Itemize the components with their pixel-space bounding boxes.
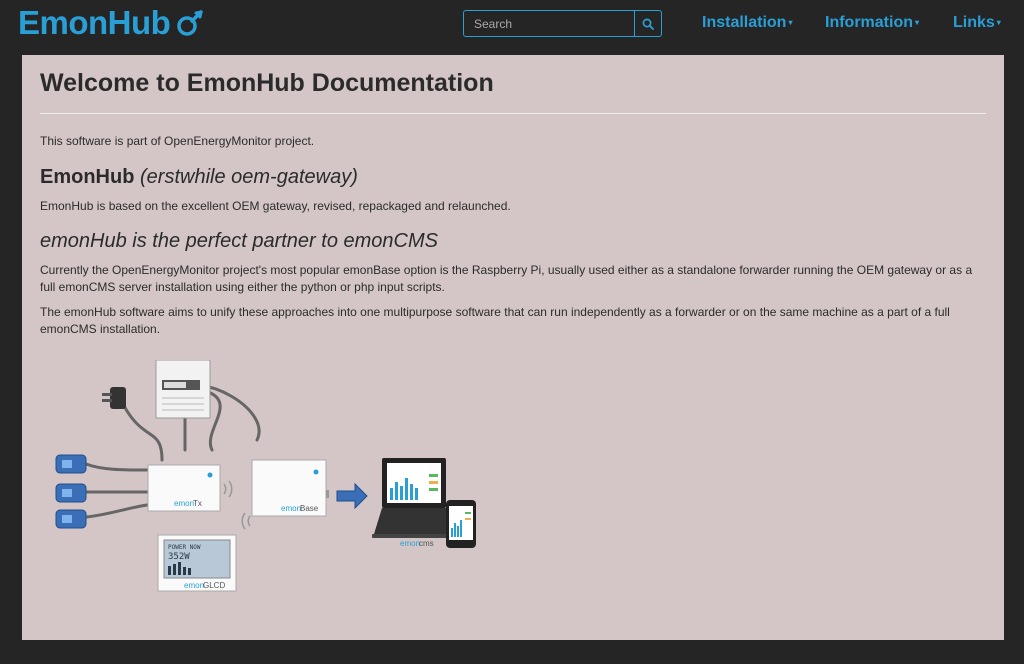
- partner-paragraph-1: Currently the OpenEnergyMonitor project'…: [40, 263, 973, 294]
- section-heading-partner: emonHub is the perfect partner to emonCM…: [40, 230, 438, 253]
- nav-information-label: Information: [825, 14, 913, 31]
- title-divider: [40, 113, 986, 114]
- energy-meter-icon: [155, 360, 211, 419]
- page-title: Welcome to EmonHub Documentation: [40, 69, 494, 97]
- nav-installation[interactable]: Installation ▾: [702, 14, 792, 32]
- emonhub-description: EmonHub is based on the excellent OEM ga…: [40, 199, 511, 213]
- emonbase-label-suffix: Base: [300, 504, 319, 513]
- search-icon: [642, 18, 654, 30]
- nav-links-label: Links: [953, 14, 995, 31]
- search-form: [463, 10, 662, 37]
- glcd-line-2: 352W: [168, 552, 190, 562]
- power-plug-icon: [102, 387, 126, 409]
- laptop-icon: [372, 458, 454, 538]
- emontx-label-suffix: Tx: [193, 499, 202, 508]
- emontx-label-prefix: emon: [174, 499, 194, 508]
- nav-installation-label: Installation: [702, 14, 787, 31]
- system-diagram: emon Tx emon Base emon cms POWER NOW 352…: [55, 360, 476, 592]
- section-heading-emonhub: EmonHub (erstwhile oem-gateway): [40, 166, 358, 189]
- section-heading-partner-text: emonHub is the perfect partner to emonCM…: [40, 230, 438, 252]
- caret-down-icon: ▾: [996, 18, 1001, 28]
- intro-text: This software is part of OpenEnergyMonit…: [40, 134, 315, 148]
- content-panel: Welcome to EmonHub Documentation This so…: [22, 55, 1004, 640]
- caret-down-icon: ▾: [788, 18, 793, 28]
- section-heading-emonhub-italic: (erstwhile oem-gateway): [140, 166, 358, 188]
- brand-name: EmonHub: [18, 4, 171, 41]
- oem-gauge-icon: [177, 10, 204, 36]
- search-input[interactable]: [464, 11, 634, 36]
- caret-down-icon: ▾: [915, 18, 920, 28]
- brand-link[interactable]: EmonHub: [18, 4, 206, 42]
- emonglcd-label-prefix: emon: [184, 581, 204, 590]
- arrow-right-icon: [336, 482, 368, 510]
- search-button[interactable]: [634, 11, 661, 36]
- smartphone-icon: [446, 500, 476, 548]
- nav-information[interactable]: Information ▾: [825, 14, 919, 32]
- section-heading-emonhub-bold: EmonHub: [40, 166, 135, 188]
- emonglcd-label-suffix: GLCD: [203, 581, 225, 590]
- emoncms-label-suffix: cms: [419, 539, 434, 548]
- partner-paragraph-2: The emonHub software aims to unify these…: [40, 305, 950, 336]
- nav-links[interactable]: Links ▾: [953, 14, 1001, 32]
- emonbase-label-prefix: emon: [281, 504, 301, 513]
- navbar: EmonHub Installation▾ Information▾ Links…: [0, 0, 1024, 48]
- emoncms-label-prefix: emon: [400, 539, 420, 548]
- glcd-line-1: POWER NOW: [168, 544, 201, 551]
